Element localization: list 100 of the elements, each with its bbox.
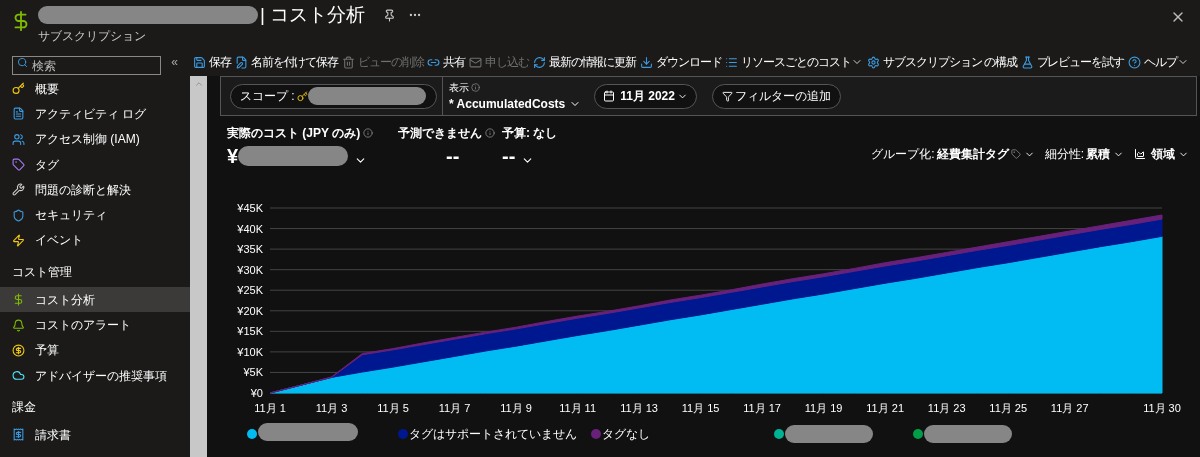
- users-icon: [12, 132, 25, 146]
- y-axis-label: ¥10K: [237, 345, 263, 358]
- receipt-icon: [12, 428, 25, 442]
- tag-icon: [12, 158, 25, 172]
- sidebar-item[interactable]: 予算: [0, 337, 190, 363]
- x-axis-label: 11月 3: [315, 402, 348, 414]
- sidebar-item[interactable]: イベント: [0, 227, 190, 254]
- section-heading: コスト管理: [11, 263, 73, 281]
- toolbar-button[interactable]: プレビューを試す: [1020, 53, 1124, 71]
- sidebar-item[interactable]: 請求書: [0, 422, 190, 448]
- mail-icon: [469, 55, 483, 69]
- search-field[interactable]: 検索: [12, 56, 162, 75]
- toolbar-button[interactable]: 共有: [427, 53, 466, 71]
- y-axis-label: ¥40K: [237, 222, 263, 235]
- dollar-circle-icon: [12, 343, 25, 357]
- chart-option-button[interactable]: 領域: [1134, 145, 1189, 163]
- x-axis-label: 11月 23: [927, 402, 966, 414]
- x-axis-label: 11月 7: [438, 402, 471, 414]
- view-selector[interactable]: * AccumulatedCosts: [449, 94, 582, 113]
- sidebar-item[interactable]: コスト分析: [0, 287, 190, 313]
- metric-value[interactable]: ¥: [227, 143, 368, 169]
- toolbar-button[interactable]: サブスクリプション の構成: [867, 53, 1017, 71]
- tag-icon: [1010, 149, 1021, 159]
- metric-label: 実際のコスト (JPY のみ): [227, 125, 361, 142]
- toolbar-button[interactable]: 最新の情報に更新: [532, 53, 637, 71]
- x-axis-label: 11月 11: [559, 402, 597, 414]
- sidebar-item[interactable]: アクティビティ ログ: [0, 101, 190, 127]
- section-heading: 課金: [11, 398, 37, 416]
- legend-label: タグはサポートされていません: [409, 426, 577, 443]
- calendar-icon: [603, 90, 616, 102]
- key-icon: [12, 82, 25, 96]
- x-axis-label: 11月 27: [1050, 402, 1089, 414]
- y-axis-label: ¥35K: [237, 243, 263, 256]
- page-title: | コスト分析: [260, 2, 366, 27]
- date-pill[interactable]: 11月 2022: [594, 83, 697, 109]
- metric-value: --: [446, 144, 460, 169]
- add-filter-pill[interactable]: フィルターの追加: [711, 83, 841, 109]
- chart-option-button[interactable]: 細分性: 累積: [1044, 145, 1124, 163]
- settings-icon: [867, 55, 881, 69]
- view-label: 表示: [449, 80, 469, 95]
- sidebar-item[interactable]: アドバイザーの推奨事項: [0, 362, 190, 389]
- cloud-icon: [12, 369, 25, 383]
- filter-icon: [721, 90, 733, 102]
- y-axis-label: ¥0: [250, 387, 263, 399]
- search-icon: [17, 56, 28, 68]
- y-axis-label: ¥20K: [237, 304, 263, 317]
- key-icon: [296, 90, 308, 102]
- metric-label: 予測できません: [398, 125, 482, 142]
- sidebar-item[interactable]: コストのアラート: [0, 312, 190, 338]
- y-axis-label: ¥25K: [237, 284, 263, 297]
- x-axis-label: 11月 13: [620, 402, 658, 414]
- sidebar-item[interactable]: セキュリティ: [0, 202, 190, 228]
- scope-pill[interactable]: スコープ :: [230, 83, 437, 109]
- y-axis-label: ¥30K: [237, 263, 263, 276]
- document-icon: [12, 107, 25, 121]
- flask-icon: [1020, 55, 1034, 69]
- y-axis-label: ¥5K: [243, 366, 263, 379]
- toolbar-button[interactable]: 名前を付けて保存: [234, 53, 338, 71]
- y-axis-label: ¥45K: [237, 202, 263, 214]
- x-axis-label: 11月 17: [743, 402, 781, 414]
- x-axis-label: 11月 15: [681, 402, 720, 414]
- chart-option-button[interactable]: グループ化: 経費集計タグ: [871, 145, 1035, 163]
- edit-file-icon: [234, 55, 248, 69]
- list-icon: [725, 55, 739, 69]
- sidebar-item[interactable]: 概要: [0, 76, 190, 102]
- x-axis-label: 11月 1: [254, 402, 286, 414]
- toolbar-button[interactable]: ダウンロード: [640, 53, 722, 71]
- save-icon: [193, 55, 206, 69]
- y-axis-label: ¥15K: [237, 325, 263, 338]
- metric-label: 予算: なし: [502, 125, 558, 142]
- toolbar-button[interactable]: 保存: [193, 53, 231, 71]
- x-axis-label: 11月 19: [804, 402, 843, 414]
- area-chart-icon: [1134, 148, 1146, 160]
- x-axis-label: 11月 30: [1143, 402, 1181, 414]
- legend-label: タグなし: [602, 426, 650, 443]
- help-icon: [1127, 55, 1141, 69]
- wrench-icon: [12, 183, 25, 197]
- scrollbar[interactable]: [190, 76, 207, 457]
- sidebar-item[interactable]: 問題の診断と解決: [0, 177, 190, 203]
- scope-label: スコープ :: [240, 88, 295, 105]
- metric-value[interactable]: --: [502, 143, 535, 169]
- trash-icon: [342, 55, 355, 69]
- bell-icon: [12, 318, 25, 332]
- refresh-icon: [532, 55, 546, 69]
- toolbar-button[interactable]: リソースごとのコスト: [725, 53, 864, 71]
- x-axis-label: 11月 25: [989, 402, 1028, 414]
- sidebar-item[interactable]: タグ: [0, 151, 190, 178]
- page-subtitle: サブスクリプション: [38, 28, 147, 45]
- sidebar-item[interactable]: アクセス制御 (IAM): [0, 126, 190, 152]
- pin-icon[interactable]: [383, 8, 397, 22]
- x-axis-label: 11月 21: [866, 402, 905, 414]
- collapse-button[interactable]: «: [171, 53, 178, 71]
- toolbar-button[interactable]: ヘルプ: [1127, 53, 1190, 71]
- dollar-icon: [12, 293, 25, 307]
- x-axis-label: 11月 9: [500, 402, 532, 414]
- info-icon: [471, 82, 480, 92]
- lightning-icon: [12, 233, 25, 247]
- download-icon: [640, 55, 654, 69]
- shield-icon: [12, 208, 25, 222]
- x-axis-label: 11月 5: [377, 402, 409, 414]
